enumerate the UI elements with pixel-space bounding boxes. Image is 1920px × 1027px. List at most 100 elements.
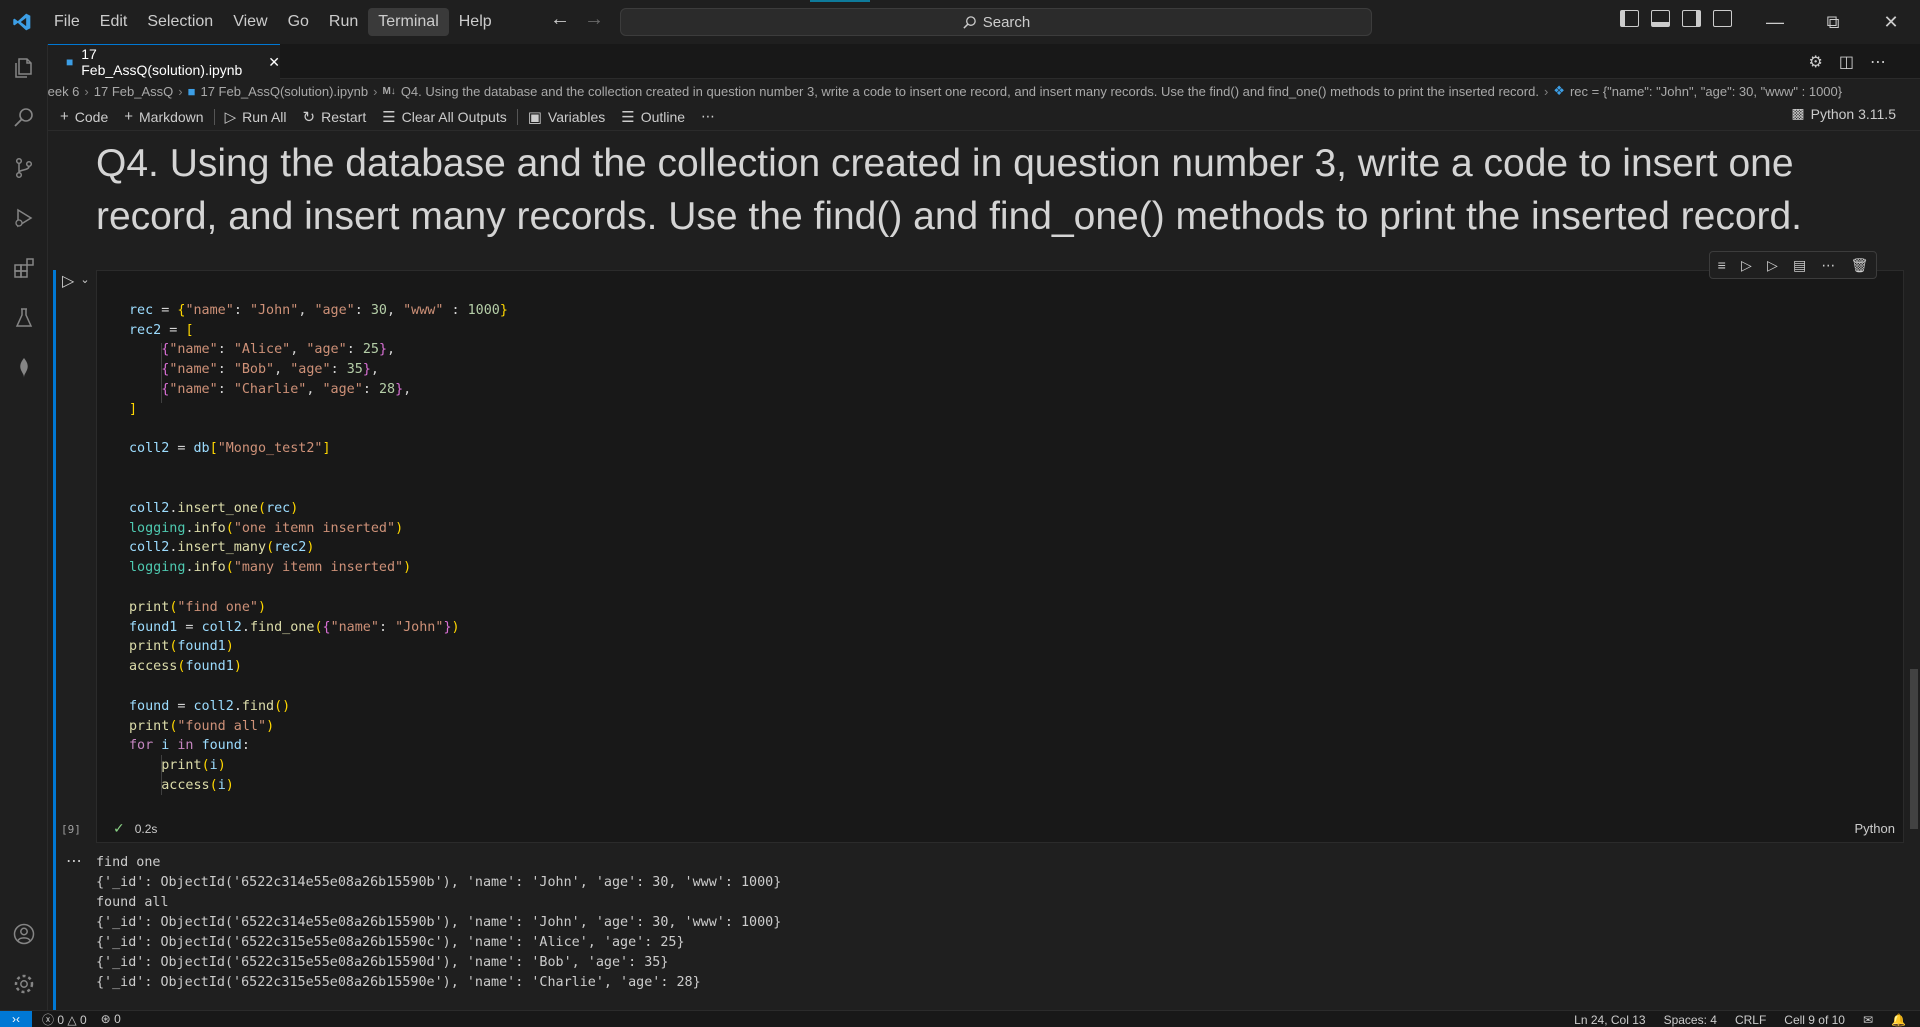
accounts-icon[interactable] <box>0 910 48 958</box>
breadcrumb-folder[interactable]: 17 Feb_AssQ <box>94 84 174 99</box>
kernel-picker[interactable]: ▩ Python 3.11.5 <box>1791 105 1896 122</box>
toggle-panel-icon[interactable] <box>1651 10 1670 27</box>
breadcrumb-markdown-heading[interactable]: Q4. Using the database and the collectio… <box>401 84 1539 99</box>
clear-all-outputs-button[interactable]: ☰ Clear All Outputs <box>374 105 515 129</box>
menu-go[interactable]: Go <box>278 8 319 36</box>
output-line: {'_id': ObjectId('6522c314e55e08a26b1559… <box>96 915 782 930</box>
ports-count: 0 <box>114 1012 121 1026</box>
status-right: Ln 24, Col 13 Spaces: 4 CRLF Cell 9 of 1… <box>1574 1011 1906 1027</box>
feedback-icon[interactable]: ✉ <box>1863 1013 1873 1027</box>
outline-button[interactable]: ☰ Outline <box>613 105 693 129</box>
scrollbar-thumb[interactable] <box>1910 669 1918 829</box>
menu-edit[interactable]: Edit <box>90 8 138 36</box>
add-code-cell-button[interactable]: + Code <box>52 105 116 129</box>
breadcrumb: /eek 6 › 17 Feb_AssQ › ■ 17 Feb_AssQ(sol… <box>48 79 1920 103</box>
more-toolbar-actions-icon[interactable]: ⋯ <box>693 105 723 129</box>
breadcrumb-file[interactable]: 17 Feb_AssQ(solution).ipynb <box>200 84 368 99</box>
code-editor[interactable]: rec = {"name": "John", "age": 30, "www" … <box>97 281 508 796</box>
indentation[interactable]: Spaces: 4 <box>1664 1013 1717 1027</box>
restart-button[interactable]: ↻ Restart <box>295 105 375 129</box>
close-window-icon[interactable]: ✕ <box>1862 0 1920 44</box>
restart-icon: ↻ <box>302 108 316 126</box>
status-bar: ›‹ ⓧ 0 △ 0 ⊛ 0 Ln 24, Col 13 Spaces: 4 C… <box>0 1010 1920 1027</box>
remote-indicator-icon[interactable]: ›‹ <box>0 1010 32 1027</box>
toggle-primary-sidebar-icon[interactable] <box>1620 10 1639 27</box>
split-cell-icon[interactable]: ▤ <box>1793 257 1806 274</box>
more-cell-actions-icon[interactable]: ⋯ <box>1821 257 1835 274</box>
menu-terminal[interactable]: Terminal <box>368 8 449 36</box>
run-cell-icon: ▷ <box>62 273 75 290</box>
search-view-icon[interactable] <box>0 94 48 142</box>
menu-run[interactable]: Run <box>319 8 368 36</box>
toggle-secondary-sidebar-icon[interactable] <box>1682 10 1701 27</box>
notebook-editor: Q4. Using the database and the collectio… <box>48 131 1906 1010</box>
menu-view[interactable]: View <box>223 8 277 36</box>
customize-layout-icon[interactable] <box>1713 10 1732 27</box>
testing-flask-icon[interactable] <box>0 294 48 342</box>
menu-help[interactable]: Help <box>449 8 502 36</box>
mongodb-leaf-icon[interactable] <box>0 344 48 392</box>
restore-icon[interactable]: ⧉ <box>1804 0 1862 44</box>
problems-indicator[interactable]: ⓧ 0 △ 0 <box>42 1011 87 1027</box>
explorer-icon[interactable] <box>0 44 48 92</box>
settings-gear-icon[interactable] <box>0 960 48 1008</box>
extensions-icon[interactable] <box>0 244 48 292</box>
run-all-label: Run All <box>242 108 287 125</box>
code-cell-icon: ❖ <box>1553 83 1565 98</box>
kernel-icon: ▩ <box>1791 105 1805 121</box>
back-arrow-icon[interactable]: ← <box>550 8 570 31</box>
variables-button[interactable]: ▣ Variables <box>520 105 614 129</box>
command-center-search[interactable]: Search <box>620 8 1372 36</box>
breadcrumb-code-cell[interactable]: rec = {"name": "John", "age": 30, "www" … <box>1570 84 1842 99</box>
markdown-cell-heading[interactable]: Q4. Using the database and the collectio… <box>96 137 1896 243</box>
search-placeholder: Search <box>982 13 1031 31</box>
breadcrumb-folder-week[interactable]: /eek 6 <box>48 84 79 99</box>
add-code-label: Code <box>74 108 109 125</box>
clear-outputs-label: Clear All Outputs <box>401 108 507 125</box>
menu-selection[interactable]: Selection <box>137 8 223 36</box>
more-actions-icon[interactable]: ⋯ <box>1870 52 1886 72</box>
markdown-icon: M↓ <box>382 85 396 97</box>
kernel-label: Python 3.11.5 <box>1810 105 1896 122</box>
cursor-position[interactable]: Ln 24, Col 13 <box>1574 1013 1645 1027</box>
close-tab-icon[interactable]: ✕ <box>268 54 280 71</box>
editor-tab-bar: ■ 17 Feb_AssQ(solution).ipynb ✕ ⚙ ◫ ⋯ <box>48 44 1920 79</box>
vertical-scrollbar[interactable] <box>1908 131 1920 1010</box>
variables-label: Variables <box>547 108 606 125</box>
run-by-line-icon[interactable]: ≡ <box>1718 257 1726 273</box>
output-line: {'_id': ObjectId('6522c314e55e08a26b1559… <box>96 875 782 890</box>
output-line: find one <box>96 855 161 870</box>
output-line: {'_id': ObjectId('6522c315e55e08a26b1559… <box>96 955 669 970</box>
cell-position[interactable]: Cell 9 of 10 <box>1784 1013 1845 1027</box>
notebook-file-icon: ■ <box>66 55 74 69</box>
tab-notebook[interactable]: ■ 17 Feb_AssQ(solution).ipynb ✕ <box>48 44 280 79</box>
execute-below-icon[interactable]: ▷ <box>1767 257 1778 274</box>
run-all-icon: ▷ <box>224 108 237 126</box>
cell-language-picker[interactable]: Python <box>1855 821 1895 836</box>
forward-arrow-icon[interactable]: → <box>584 8 604 31</box>
run-cell-button[interactable]: ▷ ⌄ <box>62 271 90 291</box>
output-actions-icon[interactable]: ⋯ <box>66 851 82 871</box>
run-all-button[interactable]: ▷ Run All <box>217 105 295 129</box>
status-left: ⓧ 0 △ 0 ⊛ 0 <box>42 1011 121 1027</box>
split-editor-icon[interactable]: ◫ <box>1839 52 1854 72</box>
tab-label: 17 Feb_AssQ(solution).ipynb <box>81 46 243 78</box>
minimize-icon[interactable]: — <box>1746 0 1804 44</box>
ports-indicator[interactable]: ⊛ 0 <box>101 1012 121 1026</box>
code-cell[interactable]: ≡ ▷ ▷ ▤ ⋯ 🗑 rec = {"name": "John", "age"… <box>61 251 1904 843</box>
outline-icon: ☰ <box>621 108 635 126</box>
execute-above-icon[interactable]: ▷ <box>1741 257 1752 274</box>
chevron-right-icon: › <box>84 83 89 99</box>
plus-icon: + <box>124 108 133 125</box>
line-ending[interactable]: CRLF <box>1735 1013 1766 1027</box>
notifications-bell-icon[interactable]: 🔔 <box>1891 1013 1906 1027</box>
success-check-icon: ✓ <box>113 820 125 836</box>
chevron-right-icon: › <box>178 83 183 99</box>
notebook-settings-gear-icon[interactable]: ⚙ <box>1809 52 1823 72</box>
add-markdown-cell-button[interactable]: + Markdown <box>116 105 211 129</box>
menu-file[interactable]: File <box>44 8 90 36</box>
run-debug-icon[interactable] <box>0 194 48 242</box>
source-control-icon[interactable] <box>0 144 48 192</box>
delete-cell-icon[interactable]: 🗑 <box>1851 257 1869 274</box>
variables-icon: ▣ <box>527 108 542 126</box>
